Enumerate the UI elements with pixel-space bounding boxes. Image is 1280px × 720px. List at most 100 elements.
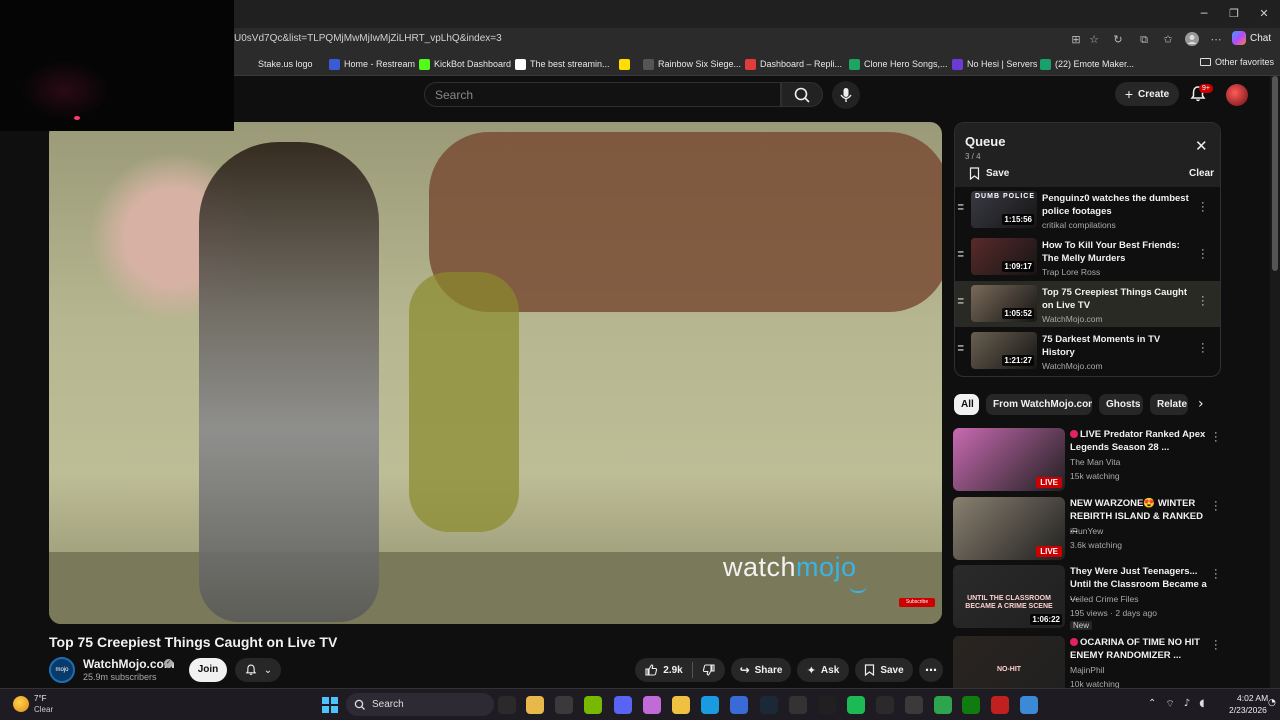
account-avatar[interactable]: [1226, 84, 1248, 106]
join-button[interactable]: Join: [189, 658, 227, 682]
b-app-icon[interactable]: [934, 696, 952, 714]
bookmark-item[interactable]: (22) Emote Maker...: [1040, 57, 1134, 71]
queue-thumbnail[interactable]: 1:21:27: [971, 332, 1037, 369]
queue-item-title[interactable]: 75 Darkest Moments in TV History: [1042, 333, 1190, 359]
drag-handle-icon[interactable]: ━ ━: [958, 248, 968, 261]
queue-item-title[interactable]: Penguinz0 watches the dumbest police foo…: [1042, 192, 1190, 218]
subscription-notify-button[interactable]: ⌄: [235, 658, 281, 682]
minimize-icon[interactable]: ─: [1196, 6, 1212, 22]
filter-chip[interactable]: Relate: [1150, 394, 1188, 415]
save-button[interactable]: Save: [855, 658, 913, 682]
like-dislike-group[interactable]: 2.9k: [635, 658, 725, 682]
recommended-video[interactable]: LIVE LIVE Predator Ranked Apex Legends Se…: [953, 428, 1223, 492]
steam-icon[interactable]: [760, 696, 778, 714]
filter-chip[interactable]: From WatchMojo.com: [986, 394, 1092, 415]
4k-icon[interactable]: [876, 696, 894, 714]
share-button[interactable]: ↪ Share: [731, 658, 791, 682]
queue-thumbnail[interactable]: 1:05:52: [971, 285, 1037, 322]
maximize-icon[interactable]: ❐: [1226, 6, 1242, 22]
terminal-icon[interactable]: [555, 696, 573, 714]
page-scrollbar[interactable]: [1270, 76, 1280, 688]
voice-search-button[interactable]: [832, 81, 860, 109]
queue-item-title[interactable]: Top 75 Creepiest Things Caught on Live T…: [1042, 286, 1190, 312]
more-vertical-icon[interactable]: · · ·: [1214, 428, 1218, 447]
queue-item[interactable]: ━ ━ 1:09:17 How To Kill Your Best Friends: …: [955, 234, 1220, 280]
bookmark-item[interactable]: Home - Restream: [329, 57, 415, 71]
filter-chip[interactable]: All: [954, 394, 979, 415]
video-thumbnail[interactable]: LIVE: [953, 497, 1065, 560]
queue-item-channel[interactable]: critikal compilations: [1042, 220, 1116, 230]
thumbs-up-icon[interactable]: [644, 663, 658, 677]
bookmark-item[interactable]: Dashboard – Repli...: [745, 57, 842, 71]
twitch-icon[interactable]: [905, 696, 923, 714]
more-vertical-icon[interactable]: · · ·: [1214, 565, 1218, 584]
weather-temperature[interactable]: 7°F: [34, 694, 47, 703]
queue-item[interactable]: ━ ━ 1:05:52 Top 75 Creepiest Things Caught …: [955, 281, 1220, 327]
clock-date[interactable]: 2/23/2026: [1229, 705, 1267, 715]
bookmark-item[interactable]: Clone Hero Songs,...: [849, 57, 948, 71]
github-icon[interactable]: [789, 696, 807, 714]
other-favorites-folder[interactable]: Other favorites: [1200, 57, 1274, 67]
video-channel[interactable]: Veiled Crime Files: [1070, 594, 1139, 604]
video-thumbnail[interactable]: UNTIL THE CLASSROOM BECAME A CRIME SCENE…: [953, 565, 1065, 628]
queue-save-button[interactable]: Save: [969, 167, 1009, 180]
obs-icon[interactable]: [818, 696, 836, 714]
subscribe-watermark[interactable]: Subscribe: [899, 598, 935, 607]
bookmark-item[interactable]: Stake.us logo: [243, 57, 313, 71]
more-vertical-icon[interactable]: · · ·: [1201, 245, 1205, 264]
discord-icon[interactable]: [614, 696, 632, 714]
search-button[interactable]: [781, 82, 823, 107]
video-title-link[interactable]: OCARINA OF TIME NO HIT ENEMY RANDOMIZER …: [1070, 636, 1210, 662]
weather-condition[interactable]: Clear: [34, 705, 53, 714]
recommended-video[interactable]: LIVE NEW WARZONE😍 WINTER REBIRTH ISLAND &…: [953, 497, 1223, 561]
network-icon[interactable]: ⌔: [1165, 698, 1174, 711]
speaker-icon[interactable]: ◖: [1199, 698, 1204, 711]
recommended-video[interactable]: UNTIL THE CLASSROOM BECAME A CRIME SCENE…: [953, 565, 1223, 630]
file-manager-icon[interactable]: [526, 696, 544, 714]
url-text[interactable]: U0sVd7Qc&list=TLPQMjMwMjIwMjZiLHRT_vpLhQ…: [234, 33, 502, 44]
filter-chip[interactable]: Ghosts: [1099, 394, 1143, 415]
refresh-icon[interactable]: ↻: [1110, 32, 1126, 48]
queue-clear-button[interactable]: Clear: [1189, 168, 1214, 179]
profile-icon[interactable]: [1184, 32, 1200, 48]
ask-button[interactable]: ✦ Ask: [797, 658, 849, 682]
store-icon[interactable]: [730, 696, 748, 714]
microphone-icon[interactable]: ♪: [1184, 698, 1190, 711]
notification-center-icon[interactable]: ◔: [1268, 698, 1276, 708]
queue-item[interactable]: ━ ━ 1:21:27 75 Darkest Moments in TV Histor…: [955, 328, 1220, 374]
channel-avatar[interactable]: mojo: [49, 657, 75, 683]
video-channel[interactable]: iRunYew: [1070, 526, 1103, 536]
video-channel[interactable]: MajinPhil: [1070, 665, 1105, 675]
bookmark-item[interactable]: [619, 57, 634, 71]
favorites-icon[interactable]: ✩: [1160, 32, 1176, 48]
close-window-icon[interactable]: ✕: [1256, 6, 1272, 22]
queue-item-channel[interactable]: Trap Lore Ross: [1042, 267, 1100, 277]
channel-name[interactable]: WatchMojo.com: [83, 657, 175, 671]
drag-handle-icon[interactable]: ━ ━: [958, 295, 968, 308]
search-box[interactable]: [424, 82, 781, 107]
queue-thumbnail[interactable]: 1:09:17: [971, 238, 1037, 275]
video-player[interactable]: watchmojo Subscribe: [49, 122, 942, 624]
more-vertical-icon[interactable]: · · ·: [1201, 292, 1205, 311]
explorer-app-icon[interactable]: [498, 696, 516, 714]
queue-item[interactable]: ━ ━ DUMB POLICE 1:15:56 Penguinz0 watches th…: [955, 187, 1220, 233]
app-available-icon[interactable]: ⊞: [1068, 32, 1084, 48]
bookmark-item[interactable]: Rainbow Six Siege...: [643, 57, 741, 71]
taskbar-search[interactable]: Search: [346, 693, 494, 716]
xbox-icon[interactable]: [962, 696, 980, 714]
more-vertical-icon[interactable]: · · ·: [1214, 636, 1218, 655]
queue-item-channel[interactable]: WatchMojo.com: [1042, 361, 1103, 371]
bookmark-item[interactable]: No Hesi | Servers: [952, 57, 1037, 71]
thumbs-down-icon[interactable]: [702, 663, 716, 677]
edge-icon[interactable]: [701, 696, 719, 714]
weather-moon-icon[interactable]: [13, 696, 29, 712]
more-menu-icon[interactable]: ⋯: [1208, 32, 1224, 48]
chevron-right-icon[interactable]: ›: [1198, 396, 1204, 412]
favorite-star-icon[interactable]: ☆: [1086, 32, 1102, 48]
video-channel[interactable]: The Man Vita: [1070, 457, 1120, 467]
video-thumbnail[interactable]: LIVE: [953, 428, 1065, 491]
scrollbar-thumb[interactable]: [1272, 76, 1278, 271]
create-button[interactable]: + Create: [1115, 82, 1179, 106]
video-title-link[interactable]: LIVE Predator Ranked Apex Legends Season…: [1070, 428, 1210, 454]
bookmark-item[interactable]: KickBot Dashboard: [419, 57, 511, 71]
